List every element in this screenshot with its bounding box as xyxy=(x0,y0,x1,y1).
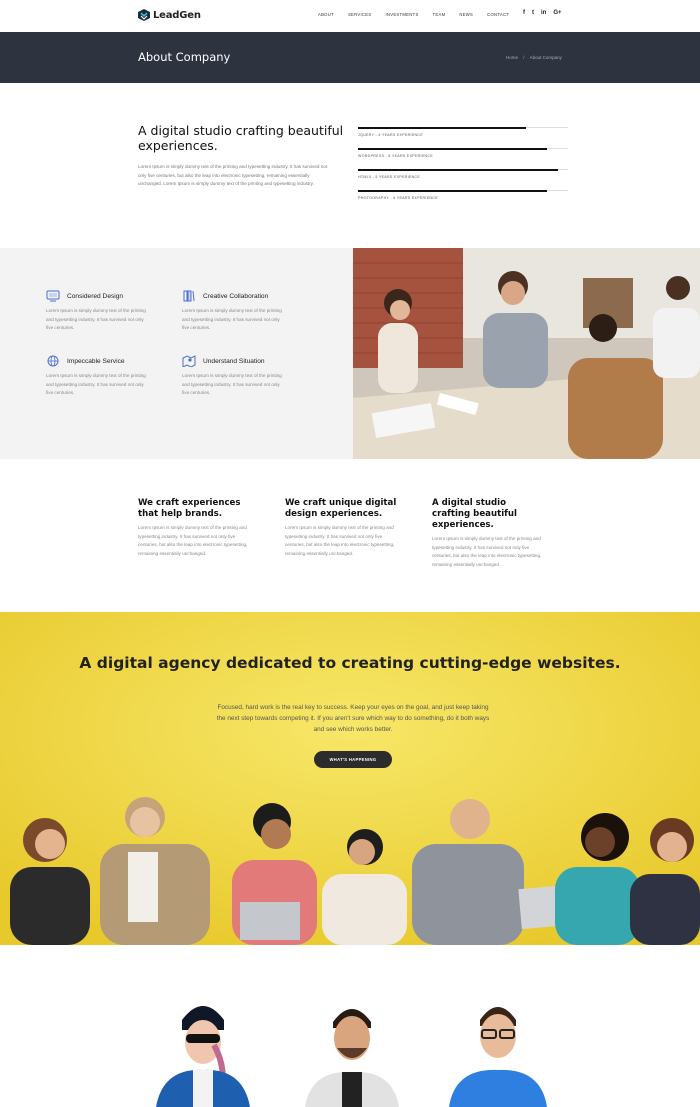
column-title: We craft experiences that help brands. xyxy=(138,498,241,519)
feature-title: Understand Situation xyxy=(203,357,265,365)
breadcrumb-home[interactable]: Home xyxy=(506,55,518,60)
office-meeting-photo xyxy=(353,248,700,459)
books-icon xyxy=(183,290,195,302)
team-member-photo[interactable] xyxy=(443,990,553,1107)
globe-icon xyxy=(47,355,59,367)
logo[interactable]: LeadGen xyxy=(138,9,201,21)
feature-title: Considered Design xyxy=(67,292,124,300)
breadcrumb-separator: / xyxy=(523,55,525,60)
google-plus-icon[interactable]: G+ xyxy=(553,10,561,16)
twitter-icon[interactable]: t xyxy=(532,10,534,16)
feature-title: Impeccable Service xyxy=(67,357,125,365)
breadcrumb-current: About Company xyxy=(529,55,562,60)
cta-section: A digital agency dedicated to creating c… xyxy=(0,612,700,945)
map-icon xyxy=(182,355,196,367)
logo-icon xyxy=(138,9,150,21)
features-panel xyxy=(0,248,353,459)
team-member-photo[interactable] xyxy=(297,990,407,1107)
column-experiences: We craft experiences that help brands. L… xyxy=(138,498,253,559)
nav-news[interactable]: NEWS xyxy=(459,12,473,17)
intro-paragraph: Lorem Ipsum is simply dummy text of the … xyxy=(138,164,328,187)
skill-label: JQUERY - 4 YEARS EXPERIENCE xyxy=(358,133,424,137)
column-title: A digital studio crafting beautiful expe… xyxy=(432,498,517,530)
cta-heading: A digital agency dedicated to creating c… xyxy=(79,654,621,672)
breadcrumb: Home / About Company xyxy=(506,55,566,60)
cta-paragraph: Focused, hard work is the real key to su… xyxy=(216,704,490,733)
logo-text: LeadGen xyxy=(153,9,201,21)
facebook-icon[interactable]: f xyxy=(523,10,525,16)
skill-fill xyxy=(358,148,547,150)
page-title: About Company xyxy=(138,50,231,64)
feature-considered-design: Considered Design Lorem Ipsum is simply … xyxy=(46,290,166,333)
column-unique-design: We craft unique digital design experienc… xyxy=(285,498,400,559)
column-text: Lorem Ipsum is simply dummy text of the … xyxy=(432,536,542,568)
feature-impeccable-service: Impeccable Service Lorem Ipsum is simply… xyxy=(46,355,166,398)
skill-label: WORDPRESS - 6 YEARS EXPERIENCE xyxy=(358,154,434,158)
main-nav: ABOUT SERVICES INVESTMENTS TEAM NEWS CON… xyxy=(318,12,523,17)
social-links: f t in G+ xyxy=(523,10,569,16)
column-title: We craft unique digital design experienc… xyxy=(285,498,397,519)
skill-label: HTML5 - 5 YEARS EXPERIENCE xyxy=(358,175,421,179)
team-member-photo[interactable] xyxy=(148,990,258,1107)
site-header: LeadGen ABOUT SERVICES INVESTMENTS TEAM … xyxy=(0,0,700,32)
feature-text: Lorem Ipsum is simply dummy text of the … xyxy=(46,373,146,396)
monitor-icon xyxy=(46,290,60,302)
feature-text: Lorem Ipsum is simply dummy text of the … xyxy=(182,373,282,396)
nav-about[interactable]: ABOUT xyxy=(318,12,334,17)
feature-title: Creative Collaboration xyxy=(203,292,269,300)
skill-bar: HTML5 - 5 YEARS EXPERIENCE xyxy=(358,169,568,190)
linkedin-icon[interactable]: in xyxy=(541,10,546,16)
feature-text: Lorem Ipsum is simply dummy text of the … xyxy=(46,308,146,331)
skill-fill xyxy=(358,169,558,171)
feature-creative-collaboration: Creative Collaboration Lorem Ipsum is si… xyxy=(182,290,302,333)
nav-services[interactable]: SERVICES xyxy=(348,12,372,17)
column-text: Lorem Ipsum is simply dummy text of the … xyxy=(285,525,395,557)
page-title-bar: About Company Home / About Company xyxy=(0,32,700,83)
nav-team[interactable]: TEAM xyxy=(433,12,446,17)
nav-investments[interactable]: INVESTMENTS xyxy=(385,12,418,17)
skill-bar: PHOTOGRAPHY - 6 YEARS EXPERIENCE xyxy=(358,190,568,211)
skill-bar: WORDPRESS - 6 YEARS EXPERIENCE xyxy=(358,148,568,169)
column-digital-studio: A digital studio crafting beautiful expe… xyxy=(432,498,547,570)
feature-understand-situation: Understand Situation Lorem Ipsum is simp… xyxy=(182,355,302,398)
intro-heading: A digital studio crafting beautiful expe… xyxy=(138,123,344,153)
skill-fill xyxy=(358,190,547,192)
skill-bars: JQUERY - 4 YEARS EXPERIENCE WORDPRESS - … xyxy=(358,127,568,211)
skill-label: PHOTOGRAPHY - 6 YEARS EXPERIENCE xyxy=(358,196,438,200)
skill-fill xyxy=(358,127,526,129)
nav-contact[interactable]: CONTACT xyxy=(487,12,509,17)
feature-text: Lorem Ipsum is simply dummy text of the … xyxy=(182,308,282,331)
whats-happening-button[interactable]: WHAT'S HAPPENING xyxy=(314,751,392,768)
skill-bar: JQUERY - 4 YEARS EXPERIENCE xyxy=(358,127,568,148)
column-text: Lorem Ipsum is simply dummy text of the … xyxy=(138,525,248,557)
